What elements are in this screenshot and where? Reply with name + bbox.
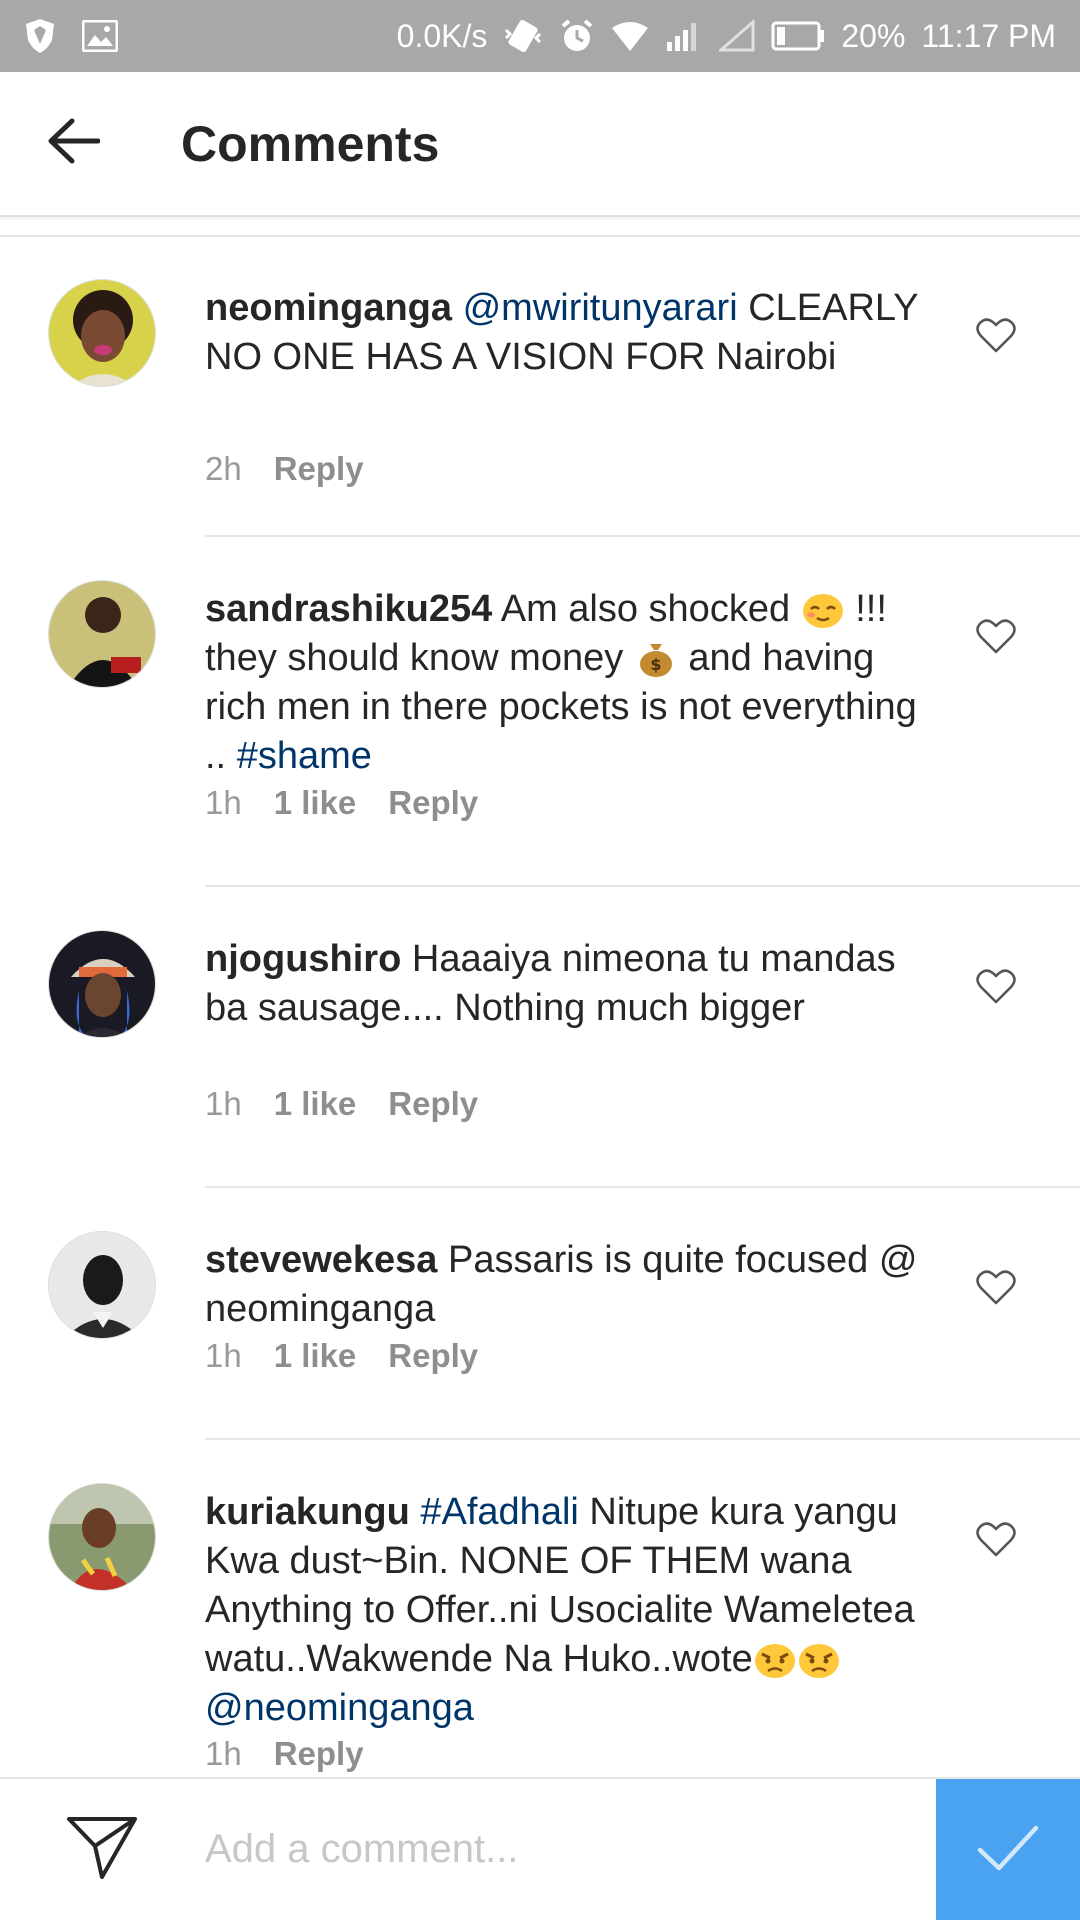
app-bar: Comments <box>0 72 1080 217</box>
heart-icon <box>976 968 1016 1009</box>
comment-meta: 1h Reply <box>205 1735 364 1773</box>
image-icon <box>82 20 118 52</box>
comment-username[interactable]: sandrashiku254 <box>205 588 492 630</box>
paper-plane-icon[interactable] <box>66 1815 138 1881</box>
back-arrow-icon <box>46 117 100 170</box>
comment-time: 2h <box>205 450 242 487</box>
network-speed: 0.0K/s <box>396 17 488 54</box>
angry-face-emoji <box>753 1639 797 1679</box>
comment-time: 1h <box>205 1735 242 1772</box>
heart-icon <box>976 618 1016 659</box>
divider <box>205 885 1080 887</box>
like-button[interactable] <box>972 1265 1020 1313</box>
divider <box>205 1438 1080 1440</box>
back-button[interactable] <box>0 71 145 216</box>
divider <box>0 235 1080 237</box>
signal-empty-icon <box>719 20 755 52</box>
comment-username[interactable]: njogushiro <box>205 938 401 980</box>
comment-meta: 1h 1 like Reply <box>205 784 478 822</box>
page-title: Comments <box>181 115 440 172</box>
signal-icon <box>665 20 703 52</box>
reply-button[interactable]: Reply <box>388 784 478 822</box>
comment-text: stevewekesa Passaris is quite focused @ … <box>205 1236 945 1334</box>
avatar[interactable] <box>48 580 156 688</box>
post-comment-button[interactable] <box>936 1779 1080 1920</box>
reply-button[interactable]: Reply <box>388 1085 478 1123</box>
heart-icon <box>976 1521 1016 1562</box>
comment-meta: 1h 1 like Reply <box>205 1085 478 1123</box>
mention-link[interactable]: @mwiritunyarari <box>463 287 738 329</box>
comment-input[interactable] <box>205 1809 905 1889</box>
avatar[interactable] <box>48 930 156 1038</box>
vibrate-icon <box>503 18 543 54</box>
heart-icon <box>976 317 1016 358</box>
svg-text:$: $ <box>650 655 661 674</box>
comment-text: sandrashiku254 Am also shocked !!! they … <box>205 585 945 781</box>
comment-meta: 1h 1 like Reply <box>205 1337 478 1375</box>
comment-username[interactable]: kuriakungu <box>205 1491 410 1533</box>
comment-time: 1h <box>205 784 242 821</box>
comment-username[interactable]: neominganga <box>205 287 452 329</box>
comment-composer <box>0 1777 1080 1920</box>
reply-button[interactable]: Reply <box>274 1735 364 1773</box>
like-button[interactable] <box>972 313 1020 361</box>
hashtag-link[interactable]: #Afadhali <box>420 1491 578 1533</box>
likes-count[interactable]: 1 like <box>274 784 357 822</box>
battery-icon <box>771 21 825 51</box>
money-bag-emoji: $ <box>634 638 678 678</box>
comment-text: neominganga @mwiritunyarari CLEARLY NO O… <box>205 284 945 382</box>
status-bar: 0.0K/s 20% 11:17 PM <box>0 0 1080 72</box>
comment-time: 1h <box>205 1337 242 1374</box>
likes-count[interactable]: 1 like <box>274 1085 357 1123</box>
like-button[interactable] <box>972 964 1020 1012</box>
checkmark-icon <box>975 1822 1041 1879</box>
relieved-face-emoji <box>801 589 845 629</box>
alarm-icon <box>559 18 595 54</box>
likes-count[interactable]: 1 like <box>274 1337 357 1375</box>
comment-username[interactable]: stevewekesa <box>205 1239 437 1281</box>
battery-percent: 20% <box>841 17 906 54</box>
shield-icon <box>24 18 56 54</box>
clock: 11:17 PM <box>921 17 1056 54</box>
like-button[interactable] <box>972 614 1020 662</box>
reply-button[interactable]: Reply <box>274 450 364 488</box>
avatar[interactable] <box>48 1483 156 1591</box>
comment-text: kuriakungu #Afadhali Nitupe kura yangu K… <box>205 1488 945 1733</box>
comment-text-segment: Am also shocked <box>492 588 801 630</box>
like-button[interactable] <box>972 1517 1020 1565</box>
wifi-icon <box>611 20 649 52</box>
comments-list[interactable]: neominganga @mwiritunyarari CLEARLY NO O… <box>0 217 1080 1777</box>
heart-icon <box>976 1269 1016 1310</box>
avatar[interactable] <box>48 1231 156 1339</box>
divider <box>205 535 1080 537</box>
mention-link[interactable]: @neominganga <box>205 1687 474 1729</box>
divider <box>205 1186 1080 1188</box>
comment-meta: 2h Reply <box>205 450 364 488</box>
avatar[interactable] <box>48 279 156 387</box>
angry-face-emoji <box>797 1639 841 1679</box>
comment-text: njogushiro Haaaiya nimeona tu mandas ba … <box>205 935 945 1033</box>
comment-time: 1h <box>205 1085 242 1122</box>
comment-text-segment <box>410 1491 421 1533</box>
reply-button[interactable]: Reply <box>388 1337 478 1375</box>
hashtag-link[interactable]: #shame <box>237 735 372 777</box>
